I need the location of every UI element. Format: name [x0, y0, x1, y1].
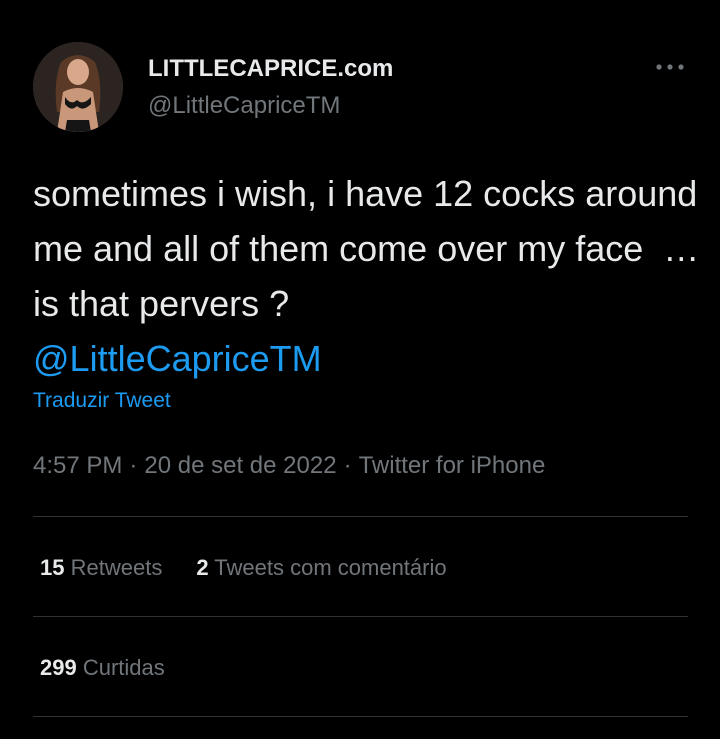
more-options-button[interactable]	[650, 52, 690, 82]
divider	[33, 716, 688, 717]
meta-separator: ·	[129, 452, 138, 479]
profile-photo-icon	[33, 42, 123, 132]
meta-separator: ·	[343, 452, 352, 479]
engagement-stats-row: 15 Retweets 2 Tweets com comentário	[40, 555, 447, 581]
translate-tweet-link[interactable]: Traduzir Tweet	[33, 389, 171, 413]
tweet-text: sometimes i wish, i have 12 cocks around…	[33, 166, 703, 386]
likes-stats-row: 299 Curtidas	[40, 655, 165, 681]
divider	[33, 516, 688, 517]
tweet-date[interactable]: 20 de set de 2022	[144, 452, 336, 479]
retweets-stat[interactable]: 15 Retweets	[40, 555, 162, 581]
retweets-count: 15	[40, 555, 65, 580]
likes-label: Curtidas	[82, 655, 165, 680]
avatar[interactable]	[33, 42, 123, 132]
display-name[interactable]: LITTLECAPRICE.com	[148, 55, 393, 83]
likes-stat[interactable]: 299 Curtidas	[40, 655, 165, 681]
user-handle[interactable]: @LittleCapriceTM	[148, 92, 340, 120]
more-horizontal-icon	[656, 64, 684, 70]
mention-link[interactable]: @LittleCapriceTM	[33, 331, 703, 386]
tweet-time[interactable]: 4:57 PM	[33, 452, 122, 479]
quote-tweets-label: Tweets com comentário	[214, 555, 447, 580]
tweet-metadata: 4:57 PM · 20 de set de 2022 · Twitter for iP…	[33, 452, 545, 480]
likes-count: 299	[40, 655, 77, 680]
tweet-source[interactable]: Twitter for iPhone	[359, 452, 546, 479]
divider	[33, 616, 688, 617]
quote-tweets-stat[interactable]: 2 Tweets com comentário	[196, 555, 446, 581]
retweets-label: Retweets	[70, 555, 163, 580]
tweet-detail: LITTLECAPRICE.com @LittleCapriceTM somet…	[0, 0, 720, 739]
quote-tweets-count: 2	[196, 555, 209, 580]
tweet-body: sometimes i wish, i have 12 cocks around…	[33, 173, 710, 324]
